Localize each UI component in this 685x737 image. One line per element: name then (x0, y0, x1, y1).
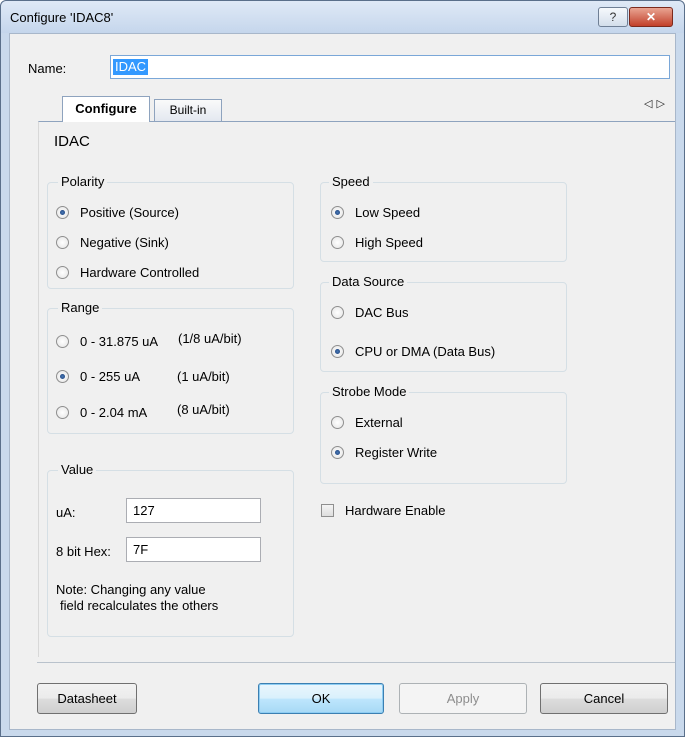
radio-high-speed[interactable] (331, 236, 344, 249)
hardware-enable-checkbox[interactable] (321, 504, 334, 517)
datasheet-button[interactable]: Datasheet (37, 683, 137, 714)
strobe-mode-group-title: Strobe Mode (329, 384, 410, 399)
radio-range-255ua[interactable] (56, 370, 69, 383)
radio-label-range-204ma: 0 - 2.04 mA (80, 405, 148, 420)
scroll-left-icon[interactable]: ◁ (644, 98, 656, 110)
tab-configure[interactable]: Configure (62, 96, 150, 122)
radio-label-low-speed: Low Speed (355, 205, 421, 220)
name-input[interactable]: IDAC (110, 55, 670, 79)
help-button[interactable]: ? (598, 7, 628, 27)
radio-label-negative-sink: Negative (Sink) (80, 235, 169, 250)
data-source-group-title: Data Source (329, 274, 408, 289)
range-note-204ma: (8 uA/bit) (177, 402, 230, 417)
radio-range-204ma[interactable] (56, 406, 69, 419)
range-note-255ua: (1 uA/bit) (177, 369, 230, 384)
scroll-right-icon[interactable]: ▷ (656, 98, 668, 110)
tab-built-in[interactable]: Built-in (154, 99, 222, 121)
close-icon: ✕ (645, 10, 657, 24)
title-bar[interactable]: Configure 'IDAC8' ? ✕ (1, 1, 684, 33)
radio-label-range-255ua: 0 - 255 uA (80, 369, 140, 384)
tab-scroll-arrows[interactable]: ◁▷ (644, 97, 669, 110)
radio-label-external: External (355, 415, 403, 430)
value-group-title: Value (58, 462, 97, 477)
radio-label-hardware-controlled: Hardware Controlled (80, 265, 200, 280)
footer-divider (37, 662, 675, 663)
radio-label-high-speed: High Speed (355, 235, 423, 250)
radio-low-speed[interactable] (331, 206, 344, 219)
range-group-title: Range (58, 300, 103, 315)
range-note-31875ua: (1/8 uA/bit) (178, 331, 242, 346)
radio-hardware-controlled[interactable] (56, 266, 69, 279)
section-title: IDAC (54, 133, 90, 150)
name-label: Name: (28, 61, 67, 76)
radio-label-cpu-or-dma: CPU or DMA (Data Bus) (355, 344, 496, 359)
radio-positive-source[interactable] (56, 206, 69, 219)
hardware-enable-label: Hardware Enable (345, 503, 446, 518)
close-button[interactable]: ✕ (629, 7, 673, 27)
ok-button[interactable]: OK (258, 683, 384, 714)
strobe-mode-group (320, 392, 567, 484)
apply-button[interactable]: Apply (399, 683, 527, 714)
radio-dac-bus[interactable] (331, 306, 344, 319)
question-icon: ? (609, 10, 617, 24)
radio-range-31875ua[interactable] (56, 335, 69, 348)
name-input-value: IDAC (113, 59, 149, 75)
radio-label-range-31875ua: 0 - 31.875 uA (80, 334, 159, 349)
speed-group-title: Speed (329, 174, 373, 189)
ua-label: uA: (56, 505, 76, 520)
radio-register-write[interactable] (331, 446, 344, 459)
polarity-group-title: Polarity (58, 174, 108, 189)
radio-negative-sink[interactable] (56, 236, 69, 249)
value-note-line1: Note: Changing any value (56, 582, 206, 597)
cancel-button[interactable]: Cancel (540, 683, 668, 714)
radio-label-dac-bus: DAC Bus (355, 305, 409, 320)
value-note-line2: field recalculates the others (60, 598, 219, 613)
speed-group (320, 182, 567, 262)
hex-input[interactable]: 7F (126, 537, 261, 562)
hex-label: 8 bit Hex: (56, 544, 111, 559)
window-title: Configure 'IDAC8' (10, 10, 114, 25)
radio-label-register-write: Register Write (355, 445, 438, 460)
radio-label-positive-source: Positive (Source) (80, 205, 179, 220)
radio-external[interactable] (331, 416, 344, 429)
ua-input[interactable]: 127 (126, 498, 261, 523)
radio-cpu-or-dma[interactable] (331, 345, 344, 358)
